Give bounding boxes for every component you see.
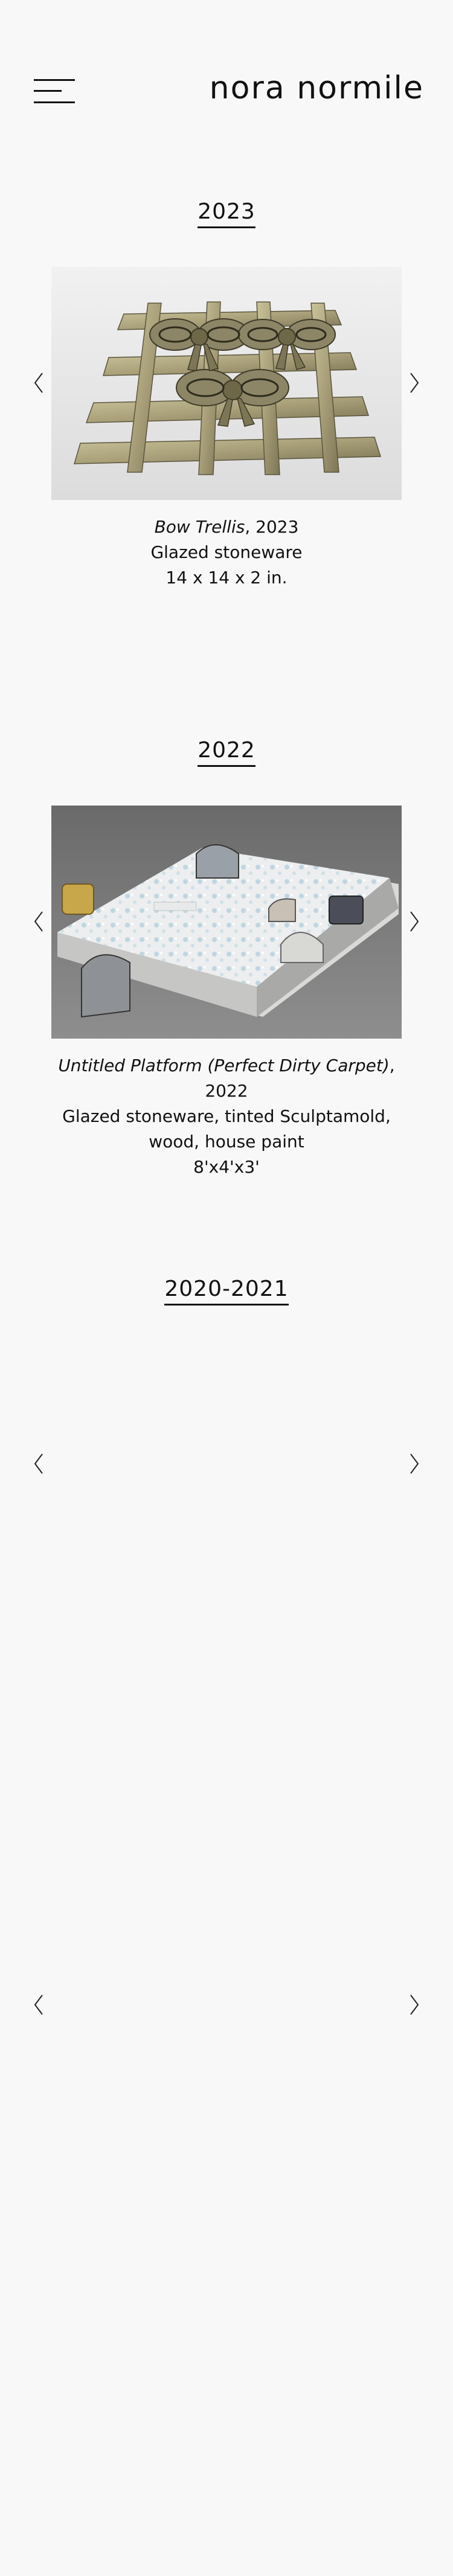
year-heading[interactable]: 2022 [198,738,255,767]
artwork-image-bow-trellis[interactable] [51,267,402,500]
chevron-left-icon[interactable] [27,1987,51,2023]
caption-title-line: Untitled Platform (Perfect Dirty Carpet)… [51,1053,402,1078]
section-year-2022: 2022 [0,738,453,767]
artwork-medium: Glazed stoneware, tinted Sculptamold, [62,1106,391,1126]
artwork-image-untitled-platform[interactable] [51,806,402,1039]
site-logo[interactable]: nora normile [210,70,424,106]
chevron-right-icon[interactable] [402,903,426,940]
artwork-dimensions: 8'x4'x3' [193,1157,260,1177]
chevron-left-icon[interactable] [27,365,51,401]
site-header: nora normile [0,0,453,181]
chevron-right-icon[interactable] [402,1446,426,1482]
chevron-right-icon[interactable] [402,365,426,401]
artwork-year: , 2023 [245,517,299,537]
artwork-title-suffix: , [389,1056,395,1075]
artwork-medium: Glazed stoneware [150,542,303,562]
section-year-2023: 2023 [0,199,453,228]
artwork-caption: Bow Trellis, 2023 Glazed stoneware 14 x … [51,514,402,591]
chevron-left-icon[interactable] [27,903,51,940]
chevron-left-icon[interactable] [27,1446,51,1482]
artwork-caption: Untitled Platform (Perfect Dirty Carpet)… [51,1053,402,1180]
year-heading[interactable]: 2020-2021 [164,1277,289,1306]
hamburger-menu-icon[interactable] [34,77,77,105]
artwork-year: 2022 [205,1081,248,1101]
artwork-medium-cont: wood, house paint [149,1132,304,1152]
artwork-title: Bow Trellis [154,517,245,537]
year-heading[interactable]: 2023 [198,199,255,228]
caption-title-line: Bow Trellis, 2023 [51,514,402,540]
artwork-dimensions: 14 x 14 x 2 in. [165,568,288,588]
chevron-right-icon[interactable] [402,1987,426,2023]
artwork-title: Untitled Platform (Perfect Dirty Carpet) [58,1056,390,1075]
section-year-2020-2021: 2020-2021 [0,1277,453,1306]
